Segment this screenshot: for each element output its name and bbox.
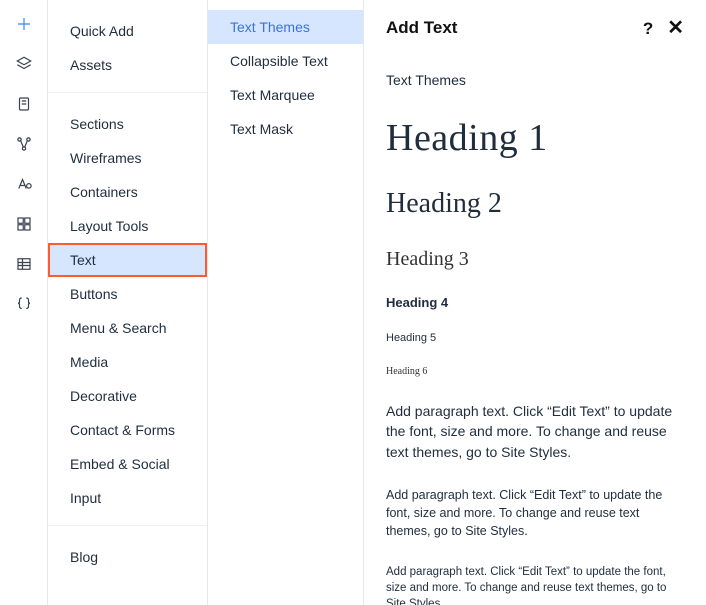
heading-6-preset[interactable]: Heading 6 xyxy=(386,366,684,377)
sub-item-text-mask[interactable]: Text Mask xyxy=(208,112,363,146)
page-icon[interactable] xyxy=(4,84,44,124)
table-icon[interactable] xyxy=(4,244,44,284)
cat-item-wireframes[interactable]: Wireframes xyxy=(48,141,207,175)
paragraph-2-preset[interactable]: Add paragraph text. Click “Edit Text” to… xyxy=(386,486,684,540)
paragraph-3-preset[interactable]: Add paragraph text. Click “Edit Text” to… xyxy=(386,564,684,605)
heading-2-preset[interactable]: Heading 2 xyxy=(386,188,684,220)
cat-item-layout-tools[interactable]: Layout Tools xyxy=(48,209,207,243)
type-icon[interactable] xyxy=(4,164,44,204)
subcategory-column: Text Themes Collapsible Text Text Marque… xyxy=(208,0,364,605)
cat-item-menu-search[interactable]: Menu & Search xyxy=(48,311,207,345)
sub-item-text-themes[interactable]: Text Themes xyxy=(208,10,363,44)
heading-5-preset[interactable]: Heading 5 xyxy=(386,332,684,344)
sub-item-collapsible-text[interactable]: Collapsible Text xyxy=(208,44,363,78)
cat-item-quick-add[interactable]: Quick Add xyxy=(48,14,207,48)
close-icon[interactable]: ✕ xyxy=(667,18,684,38)
braces-icon[interactable] xyxy=(4,284,44,324)
cat-item-assets[interactable]: Assets xyxy=(48,48,207,82)
cat-item-embed-social[interactable]: Embed & Social xyxy=(48,447,207,481)
heading-1-preset[interactable]: Heading 1 xyxy=(386,116,684,160)
cat-item-blog[interactable]: Blog xyxy=(48,540,207,574)
panel-title: Add Text xyxy=(386,18,457,38)
heading-3-preset[interactable]: Heading 3 xyxy=(386,248,684,271)
cat-item-media[interactable]: Media xyxy=(48,345,207,379)
section-label: Text Themes xyxy=(386,72,684,88)
cat-item-containers[interactable]: Containers xyxy=(48,175,207,209)
cat-item-decorative[interactable]: Decorative xyxy=(48,379,207,413)
layers-icon[interactable] xyxy=(4,44,44,84)
plus-icon[interactable] xyxy=(4,4,44,44)
cat-item-text[interactable]: Text xyxy=(48,243,207,277)
cat-item-contact-forms[interactable]: Contact & Forms xyxy=(48,413,207,447)
paragraph-1-preset[interactable]: Add paragraph text. Click “Edit Text” to… xyxy=(386,401,684,462)
sub-item-text-marquee[interactable]: Text Marquee xyxy=(208,78,363,112)
heading-4-preset[interactable]: Heading 4 xyxy=(386,295,684,310)
panel-header: Add Text ? ✕ xyxy=(386,18,684,38)
help-icon[interactable]: ? xyxy=(643,20,653,37)
grid-icon[interactable] xyxy=(4,204,44,244)
category-column: Quick Add Assets Sections Wireframes Con… xyxy=(48,0,208,605)
cat-item-buttons[interactable]: Buttons xyxy=(48,277,207,311)
cat-item-sections[interactable]: Sections xyxy=(48,107,207,141)
divider xyxy=(48,525,207,526)
tool-rail xyxy=(0,0,48,605)
divider xyxy=(48,92,207,93)
nodes-icon[interactable] xyxy=(4,124,44,164)
add-text-panel: Add Text ? ✕ Text Themes Heading 1 Headi… xyxy=(364,0,706,605)
cat-item-input[interactable]: Input xyxy=(48,481,207,515)
